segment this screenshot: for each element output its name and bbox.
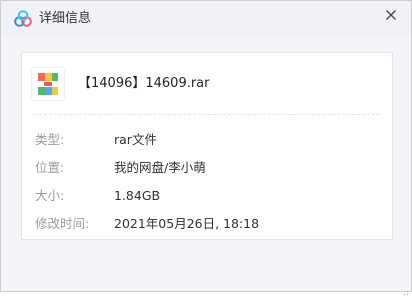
detail-row-type: 类型: rar文件 bbox=[34, 131, 380, 149]
detail-row-location: 位置: 我的网盘/李小萌 bbox=[34, 159, 380, 177]
location-label: 位置: bbox=[35, 160, 65, 175]
title-bar[interactable]: 详细信息 bbox=[1, 1, 411, 37]
details-dialog: 详细信息 【14096】14609.rar 类型: rar文件 位置: 我的网盘… bbox=[0, 0, 412, 296]
close-button[interactable] bbox=[379, 3, 403, 27]
location-value: 我的网盘/李小萌 bbox=[114, 160, 206, 175]
modified-time-label: 修改时间: bbox=[35, 216, 90, 231]
dialog-title: 详细信息 bbox=[39, 11, 92, 26]
detail-row-size: 大小: 1.84GB bbox=[34, 187, 380, 205]
resize-grip-icon[interactable] bbox=[401, 281, 409, 296]
rar-archive-icon bbox=[32, 68, 64, 100]
detail-row-modified-time: 修改时间: 2021年05月26日, 18:18 bbox=[34, 215, 380, 233]
type-label: 类型: bbox=[35, 132, 65, 147]
close-icon bbox=[386, 10, 396, 20]
file-info-card: 【14096】14609.rar 类型: rar文件 位置: 我的网盘/李小萌 … bbox=[21, 52, 393, 240]
size-value: 1.84GB bbox=[114, 188, 161, 203]
file-name: 【14096】14609.rar bbox=[78, 76, 210, 91]
size-label: 大小: bbox=[35, 188, 65, 203]
type-value: rar文件 bbox=[114, 132, 157, 147]
divider bbox=[34, 114, 380, 115]
baidu-netdisk-logo-icon bbox=[13, 9, 33, 29]
modified-time-value: 2021年05月26日, 18:18 bbox=[114, 216, 260, 231]
